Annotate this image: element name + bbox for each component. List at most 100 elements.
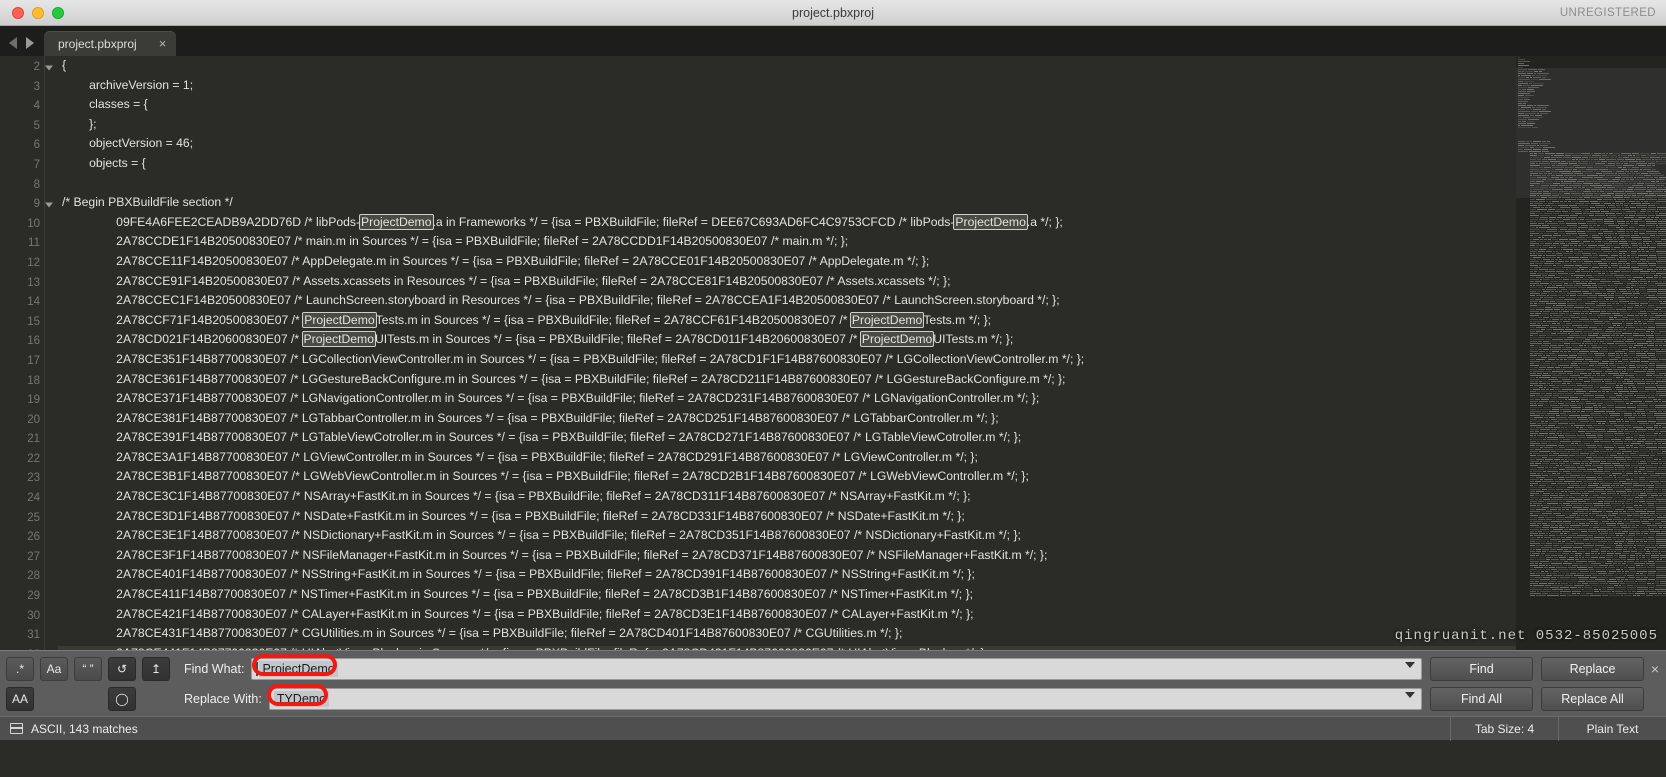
minimap-line: [1516, 594, 1666, 596]
text-caret: [256, 662, 259, 676]
code-line[interactable]: 2A78CE421F14B87700830E07 /* CALayer+Fast…: [58, 607, 1666, 627]
find-replace-bar[interactable]: .* Aa “ ” ↺ ↥ Find What: ProjectDemo Fin…: [0, 650, 1666, 716]
find-bar-close-icon[interactable]: ×: [1644, 661, 1666, 677]
code-line[interactable]: classes = {: [58, 97, 1666, 117]
fold-triangle-icon[interactable]: [45, 65, 53, 71]
replace-input-value: TYDemo: [273, 691, 330, 707]
find-input[interactable]: ProjectDemo: [251, 658, 1422, 680]
line-number: 4: [33, 100, 40, 113]
line-number: 9: [0, 195, 53, 215]
code-line[interactable]: 2A78CE3D1F14B87700830E07 /* NSDate+FastK…: [58, 509, 1666, 529]
replace-input-wrapper[interactable]: TYDemo: [266, 684, 1422, 710]
code-line[interactable]: 2A78CCE11F14B20500830E07 /* AppDelegate.…: [58, 254, 1666, 274]
line-number: 28: [27, 570, 40, 583]
code-text[interactable]: { archiveVersion = 1; classes = { }; obj…: [58, 56, 1666, 650]
code-line[interactable]: 2A78CCE91F14B20500830E07 /* Assets.xcass…: [58, 274, 1666, 294]
code-line[interactable]: 2A78CE3C1F14B87700830E07 /* NSArray+Fast…: [58, 489, 1666, 509]
line-number: 25: [27, 511, 40, 524]
code-line[interactable]: 2A78CCDE1F14B20500830E07 /* main.m in So…: [58, 234, 1666, 254]
line-number: 19: [27, 394, 40, 407]
line-number: 16: [27, 335, 40, 348]
code-line[interactable]: archiveVersion = 1;: [58, 78, 1666, 98]
line-number: 18: [27, 374, 40, 387]
window-title: project.pbxproj: [792, 5, 874, 20]
code-line[interactable]: 2A78CCF71F14B20500830E07 /* ProjectDemoT…: [58, 311, 1666, 333]
search-match: ProjectDemo: [849, 311, 925, 328]
code-line[interactable]: 2A78CD021F14B20600830E07 /* ProjectDemoU…: [58, 331, 1666, 352]
code-line[interactable]: 2A78CE351F14B87700830E07 /* LGCollection…: [58, 352, 1666, 372]
unregistered-badge: UNREGISTERED: [1559, 6, 1656, 19]
code-line[interactable]: 09FE4A6FEE2CEADB9A2DD76D /* libPods-Proj…: [58, 213, 1666, 235]
nav-back-icon[interactable]: [9, 37, 17, 49]
line-number: 20: [27, 413, 40, 426]
whole-word-toggle[interactable]: “ ”: [74, 657, 102, 681]
regex-toggle[interactable]: .*: [6, 657, 34, 681]
search-match: ProjectDemo: [301, 331, 376, 348]
code-line[interactable]: 2A78CE381F14B87700830E07 /* LGTabbarCont…: [58, 411, 1666, 431]
code-line[interactable]: 2A78CE3F1F14B87700830E07 /* NSFileManage…: [58, 548, 1666, 568]
nav-forward-icon[interactable]: [26, 37, 34, 49]
replace-row: AA ◯ Replace With: TYDemo Find All Repla…: [0, 684, 1666, 712]
code-line[interactable]: objects = {: [58, 156, 1666, 176]
fold-triangle-icon[interactable]: [45, 202, 53, 208]
code-line[interactable]: 2A78CE3A1F14B87700830E07 /* LGViewContro…: [58, 450, 1666, 470]
line-number: 10: [27, 217, 40, 230]
replace-all-button[interactable]: Replace All: [1541, 687, 1644, 711]
toggle-spacer-c: [142, 687, 170, 711]
line-number: 17: [27, 354, 40, 367]
code-line[interactable]: };: [58, 117, 1666, 137]
tab-bar: project.pbxproj ×: [0, 26, 1666, 56]
search-match: ProjectDemo: [359, 213, 434, 230]
document-icon: [10, 723, 23, 734]
code-line[interactable]: 2A78CE3E1F14B87700830E07 /* NSDictionary…: [58, 528, 1666, 548]
code-line[interactable]: 2A78CCEC1F14B20500830E07 /* LaunchScreen…: [58, 293, 1666, 313]
line-number: 27: [27, 550, 40, 563]
line-number: 8: [33, 178, 40, 191]
line-number: 26: [27, 531, 40, 544]
tab-close-icon[interactable]: ×: [159, 37, 167, 50]
replace-input[interactable]: TYDemo: [268, 688, 1422, 710]
search-match: ProjectDemo: [859, 331, 935, 348]
code-line[interactable]: 2A78CE391F14B87700830E07 /* LGTableViewC…: [58, 430, 1666, 450]
line-number-gutter: 2 3 4 5 6 7 8 9 10 11 12 13 14 15 16 17 18 19 20 21 22 23 24 25…: [0, 56, 53, 650]
window-title-bar: project.pbxproj UNREGISTERED: [0, 0, 1666, 26]
wrap-around-toggle[interactable]: ↺: [108, 657, 136, 681]
code-line[interactable]: [58, 176, 1666, 196]
incremental-toggle[interactable]: ◯: [108, 687, 136, 711]
tab-nav-arrows[interactable]: [0, 37, 44, 56]
code-line[interactable]: {: [58, 58, 1666, 78]
in-selection-toggle[interactable]: ↥: [142, 657, 170, 681]
line-number: 21: [27, 433, 40, 446]
code-line[interactable]: /* Begin PBXBuildFile section */: [58, 195, 1666, 215]
tab-size-status[interactable]: Tab Size: 4: [1450, 716, 1558, 741]
code-line[interactable]: 2A78CE411F14B87700830E07 /* NSTimer+Fast…: [58, 587, 1666, 607]
search-match: ProjectDemo: [953, 213, 1028, 230]
code-line[interactable]: 2A78CE401F14B87700830E07 /* NSString+Fas…: [58, 567, 1666, 587]
status-bar: ASCII, 143 matches Tab Size: 4 Plain Tex…: [0, 716, 1666, 741]
code-line[interactable]: 2A78CE441F14B87700830E07 /* UIAlertView+…: [58, 645, 1666, 650]
match-case-toggle[interactable]: Aa: [40, 657, 68, 681]
fold-column[interactable]: [44, 56, 58, 650]
line-number: 13: [27, 276, 40, 289]
tab-project-pbxproj[interactable]: project.pbxproj ×: [44, 31, 177, 56]
code-line[interactable]: 2A78CE361F14B87700830E07 /* LGGestureBac…: [58, 372, 1666, 392]
line-number: 32: [0, 646, 44, 650]
replace-history-chevron-down-icon[interactable]: [1405, 692, 1415, 698]
replace-button[interactable]: Replace: [1541, 657, 1644, 681]
line-number: 14: [27, 296, 40, 309]
code-line[interactable]: objectVersion = 46;: [58, 136, 1666, 156]
code-line[interactable]: 2A78CE3B1F14B87700830E07 /* LGWebViewCon…: [58, 469, 1666, 489]
line-number: 23: [27, 472, 40, 485]
find-history-chevron-down-icon[interactable]: [1405, 662, 1415, 668]
find-button[interactable]: Find: [1430, 657, 1533, 681]
highlight-all-toggle[interactable]: AA: [6, 687, 34, 711]
line-number: 12: [27, 256, 40, 269]
watermark-text: qingruanit.net 0532-85025005: [1394, 628, 1658, 644]
code-minimap[interactable]: [1516, 56, 1666, 650]
syntax-status[interactable]: Plain Text: [1558, 716, 1666, 741]
code-line[interactable]: 2A78CE371F14B87700830E07 /* LGNavigation…: [58, 391, 1666, 411]
search-match: ProjectDemo: [302, 311, 377, 328]
find-input-wrapper[interactable]: ProjectDemo: [251, 654, 1422, 680]
editor-area[interactable]: 2 3 4 5 6 7 8 9 10 11 12 13 14 15 16 17 18 19 20 21 22 23 24 25…: [0, 56, 1666, 650]
find-all-button[interactable]: Find All: [1430, 687, 1533, 711]
